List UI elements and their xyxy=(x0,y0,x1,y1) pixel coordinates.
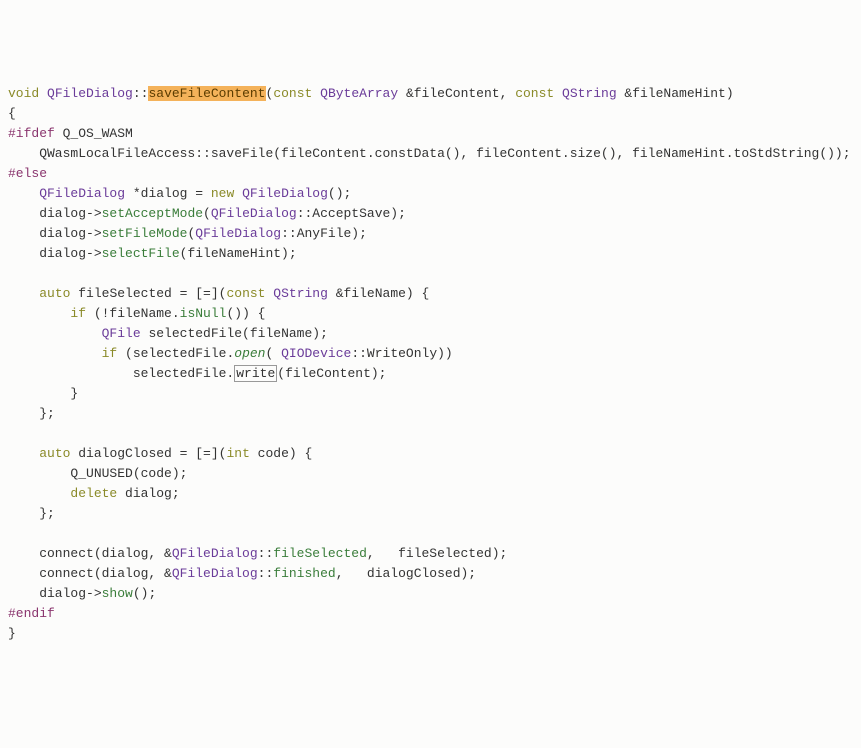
type-qfiledialog-6: QFileDialog xyxy=(172,546,258,561)
code-block: void QFileDialog::saveFileContent(const … xyxy=(8,84,853,644)
type-qfiledialog-4: QFileDialog xyxy=(211,206,297,221)
line-22: }; xyxy=(8,506,55,521)
keyword-auto: auto xyxy=(39,286,70,301)
line-9: dialog->selectFile(fileNameHint); xyxy=(8,246,297,261)
line-8: dialog->setFileMode(QFileDialog::AnyFile… xyxy=(8,226,367,241)
line-6: QFileDialog *dialog = new QFileDialog(); xyxy=(8,186,351,201)
line-24: connect(dialog, &QFileDialog::fileSelect… xyxy=(8,546,507,561)
type-qfiledialog-2: QFileDialog xyxy=(39,186,125,201)
line-16: } xyxy=(8,386,78,401)
type-qfiledialog-7: QFileDialog xyxy=(172,566,258,581)
line-17: }; xyxy=(8,406,55,421)
keyword-if-2: if xyxy=(102,346,118,361)
line-11: auto fileSelected = [=](const QString &f… xyxy=(8,286,429,301)
pp-else: #else xyxy=(8,166,47,181)
type-qiodevice: QIODevice xyxy=(281,346,351,361)
fn-selectfile: selectFile xyxy=(102,246,180,261)
line-19: auto dialogClosed = [=](int code) { xyxy=(8,446,312,461)
fn-setacceptmode: setAcceptMode xyxy=(102,206,203,221)
fn-isnull: isNull xyxy=(180,306,227,321)
fn-show: show xyxy=(102,586,133,601)
type-qstring-2: QString xyxy=(273,286,328,301)
keyword-void: void xyxy=(8,86,39,101)
keyword-auto-2: auto xyxy=(39,446,70,461)
keyword-delete: delete xyxy=(70,486,117,501)
line-25: connect(dialog, &QFileDialog::finished, … xyxy=(8,566,476,581)
line-26: dialog->show(); xyxy=(8,586,156,601)
fn-write-boxed: write xyxy=(234,365,277,382)
type-qfile: QFile xyxy=(102,326,141,341)
type-qfiledialog: QFileDialog xyxy=(47,86,133,101)
line-1: void QFileDialog::saveFileContent(const … xyxy=(8,86,734,101)
fn-fileselected-signal: fileSelected xyxy=(273,546,367,561)
fn-setfilemode: setFileMode xyxy=(102,226,188,241)
keyword-int: int xyxy=(226,446,249,461)
line-20: Q_UNUSED(code); xyxy=(8,466,187,481)
param-filecontent: &fileContent, xyxy=(398,86,515,101)
line-15: selectedFile.write(fileContent); xyxy=(8,365,386,382)
line-21: delete dialog; xyxy=(8,486,180,501)
line-28: } xyxy=(8,626,16,641)
line-3: #ifdef Q_OS_WASM xyxy=(8,126,133,141)
line-12: if (!fileName.isNull()) { xyxy=(8,306,265,321)
macro-q-os-wasm: Q_OS_WASM xyxy=(55,126,133,141)
keyword-const-3: const xyxy=(226,286,265,301)
line-14: if (selectedFile.open( QIODevice::WriteO… xyxy=(8,346,453,361)
line-2: { xyxy=(8,106,16,121)
fn-open: open xyxy=(234,346,265,361)
type-qfiledialog-5: QFileDialog xyxy=(195,226,281,241)
scope-op: :: xyxy=(133,86,149,101)
type-qfiledialog-3: QFileDialog xyxy=(242,186,328,201)
method-savefilecontent-highlight: saveFileContent xyxy=(148,86,265,101)
keyword-new: new xyxy=(211,186,234,201)
type-qbytearray: QByteArray xyxy=(320,86,398,101)
keyword-const: const xyxy=(273,86,312,101)
line-7: dialog->setAcceptMode(QFileDialog::Accep… xyxy=(8,206,406,221)
line-4: QWasmLocalFileAccess::saveFile(fileConte… xyxy=(8,146,851,161)
pp-ifdef: #ifdef xyxy=(8,126,55,141)
type-qstring: QString xyxy=(562,86,617,101)
param-filenamehint: &fileNameHint) xyxy=(617,86,734,101)
keyword-const-2: const xyxy=(515,86,554,101)
fn-finished-signal: finished xyxy=(273,566,335,581)
line-13: QFile selectedFile(fileName); xyxy=(8,326,328,341)
pp-endif: #endif xyxy=(8,606,55,621)
keyword-if: if xyxy=(70,306,86,321)
